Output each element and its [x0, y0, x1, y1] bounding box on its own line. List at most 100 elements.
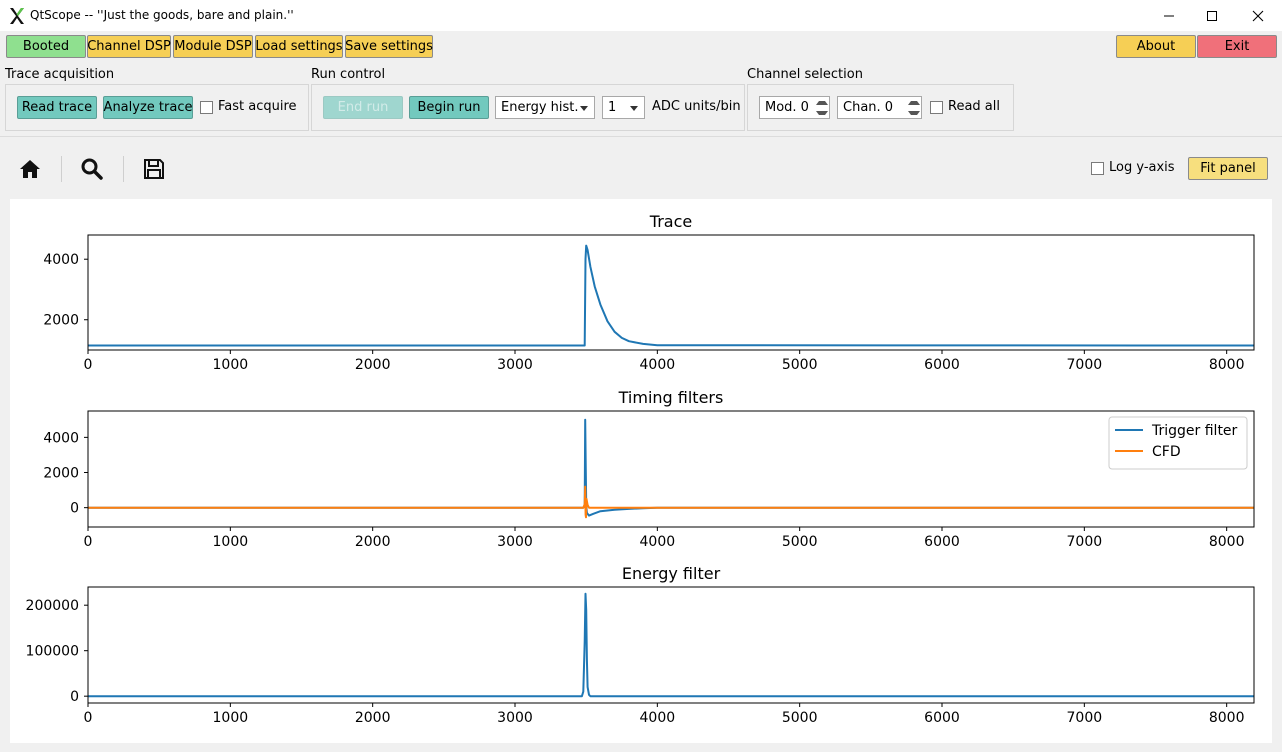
end-run-button[interactable]: End run: [323, 96, 403, 119]
close-window-button[interactable]: [1235, 0, 1281, 31]
maximize-icon: [1207, 10, 1217, 21]
series-line: [88, 485, 1254, 519]
x-tick-label: 7000: [1067, 534, 1103, 550]
run-type-select[interactable]: Energy hist.: [495, 96, 595, 119]
x-tick-label: 0: [84, 357, 93, 373]
y-tick-label: 0: [70, 501, 79, 517]
spin-up-icon[interactable]: [816, 98, 828, 108]
run-type-value: Energy hist.: [501, 100, 579, 115]
x-tick-label: 8000: [1209, 710, 1245, 726]
x-tick-label: 6000: [924, 710, 960, 726]
x-tick-label: 5000: [782, 710, 818, 726]
fast-acquire-label: Fast acquire: [218, 99, 297, 114]
bin-size-select[interactable]: 1: [602, 96, 645, 119]
x-tick-label: 2000: [355, 357, 391, 373]
analyze-trace-button[interactable]: Analyze trace: [103, 96, 193, 119]
y-tick-label: 2000: [43, 313, 79, 329]
x-tick-label: 8000: [1209, 534, 1245, 550]
plot-canvas[interactable]: Trace 0 1000 2000 3000 4000 5000 6000 7000 8000 20…: [10, 199, 1272, 743]
x-tick-label: 2000: [355, 534, 391, 550]
x-tick-label: 4000: [640, 357, 676, 373]
save-icon: [144, 159, 164, 179]
chart-title: Energy filter: [622, 564, 721, 583]
x-tick-label: 1000: [213, 534, 249, 550]
read-trace-button[interactable]: Read trace: [17, 96, 97, 119]
axes-frame: [87, 586, 1255, 704]
read-all-checkbox[interactable]: [930, 101, 943, 114]
series-line: [88, 418, 1254, 517]
x-logo-icon: [10, 8, 24, 24]
x-tick-label: 7000: [1067, 710, 1103, 726]
begin-run-button[interactable]: Begin run: [409, 96, 489, 119]
zoom-button[interactable]: [76, 153, 108, 185]
x-tick-label: 5000: [782, 534, 818, 550]
fast-acquire-checkbox[interactable]: [200, 101, 213, 114]
x-tick-label: 7000: [1067, 357, 1103, 373]
x-tick-label: 3000: [497, 710, 533, 726]
x-tick-label: 4000: [640, 710, 676, 726]
load-settings-button[interactable]: Load settings: [255, 35, 343, 58]
spin-down-icon[interactable]: [908, 108, 920, 118]
series-line: [88, 592, 1254, 698]
x-tick-label: 6000: [924, 357, 960, 373]
bin-size-value: 1: [608, 100, 617, 115]
fit-panel-button[interactable]: Fit panel: [1188, 157, 1268, 180]
exit-button[interactable]: Exit: [1197, 35, 1277, 58]
maximize-button[interactable]: [1189, 0, 1235, 31]
channel-dsp-button[interactable]: Channel DSP: [87, 35, 171, 58]
y-tick-label: 200000: [26, 598, 79, 614]
trace-acquisition-label: Trace acquisition: [5, 67, 115, 82]
log-y-axis-label: Log y-axis: [1109, 160, 1175, 175]
y-tick-label: 4000: [43, 252, 79, 268]
save-settings-button[interactable]: Save settings: [345, 35, 433, 58]
legend-entry: CFD: [1152, 444, 1181, 460]
x-tick-label: 3000: [497, 534, 533, 550]
x-tick-label: 1000: [213, 357, 249, 373]
toolbar-separator: [61, 156, 62, 182]
chart-title: Timing filters: [618, 388, 724, 407]
x-tick-label: 6000: [924, 534, 960, 550]
y-tick-label: 100000: [26, 644, 79, 660]
x-tick-label: 1000: [213, 710, 249, 726]
x-tick-label: 3000: [497, 357, 533, 373]
booted-button[interactable]: Booted: [6, 35, 86, 58]
x-tick-label: 5000: [782, 357, 818, 373]
save-figure-button[interactable]: [138, 153, 170, 185]
figure-svg[interactable]: Trace 0 1000 2000 3000 4000 5000 6000 7000 8000 20…: [10, 199, 1272, 743]
module-dsp-button[interactable]: Module DSP: [173, 35, 253, 58]
channel-selection-label: Channel selection: [747, 67, 863, 82]
axes-frame: [87, 234, 1255, 351]
y-tick-label: 4000: [43, 430, 79, 446]
toolbar-separator: [123, 156, 124, 182]
chevron-down-icon: [580, 106, 588, 111]
window-title: QtScope -- ''Just the goods, bare and pl…: [30, 8, 294, 22]
run-control-label: Run control: [311, 67, 386, 82]
channel-spinbox[interactable]: Chan. 0: [837, 96, 922, 119]
series-line: [88, 244, 1255, 347]
close-icon: [1252, 10, 1264, 21]
chart-title: Trace: [649, 212, 692, 231]
module-value: Mod. 0: [765, 100, 809, 115]
module-spinbox[interactable]: Mod. 0: [759, 96, 830, 119]
y-tick-label: 2000: [43, 466, 79, 482]
log-y-axis-checkbox[interactable]: [1091, 162, 1104, 175]
spin-down-icon[interactable]: [816, 108, 828, 118]
x-tick-label: 4000: [640, 534, 676, 550]
x-tick-label: 2000: [355, 710, 391, 726]
minimize-icon: [1164, 15, 1174, 16]
spin-up-icon[interactable]: [908, 98, 920, 108]
bin-unit-label: ADC units/bin: [652, 99, 741, 114]
legend-entry: Trigger filter: [1151, 423, 1238, 439]
zoom-icon: [81, 158, 103, 180]
home-button[interactable]: [14, 153, 46, 185]
channel-value: Chan. 0: [843, 100, 894, 115]
read-all-label: Read all: [948, 99, 1000, 114]
x-tick-label: 0: [84, 710, 93, 726]
about-button[interactable]: About: [1116, 35, 1196, 58]
divider: [0, 136, 1282, 137]
minimize-button[interactable]: [1146, 0, 1192, 31]
title-bar: QtScope -- ''Just the goods, bare and pl…: [0, 0, 1282, 31]
y-tick-label: 0: [70, 689, 79, 705]
x-tick-label: 8000: [1209, 357, 1245, 373]
home-icon: [20, 160, 40, 178]
